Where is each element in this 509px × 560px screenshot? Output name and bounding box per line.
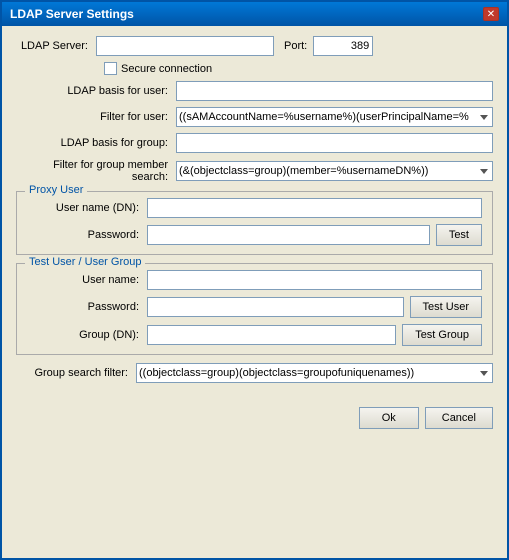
port-label: Port: — [284, 40, 307, 52]
secure-connection-checkbox[interactable] — [104, 62, 117, 75]
proxy-password-input[interactable] — [147, 225, 430, 245]
test-button[interactable]: Test — [436, 224, 482, 246]
ldap-basis-user-input[interactable] — [176, 81, 493, 101]
proxy-password-label: Password: — [27, 229, 147, 241]
test-group-row: Group (DN): Test Group — [27, 324, 482, 346]
test-group-input[interactable] — [147, 325, 396, 345]
filter-group-label: Filter for group member search: — [16, 159, 176, 183]
window-title: LDAP Server Settings — [10, 7, 134, 21]
filter-group-row: Filter for group member search: (&(objec… — [16, 159, 493, 183]
test-user-group-title: Test User / User Group — [25, 256, 145, 268]
proxy-username-label: User name (DN): — [27, 202, 147, 214]
ldap-basis-user-row: LDAP basis for user: — [16, 81, 493, 101]
ldap-basis-user-label: LDAP basis for user: — [16, 85, 176, 97]
test-user-group-section: Test User / User Group User name: Passwo… — [16, 263, 493, 355]
cancel-button[interactable]: Cancel — [425, 407, 493, 429]
secure-connection-row: Secure connection — [16, 62, 493, 75]
ok-button[interactable]: Ok — [359, 407, 419, 429]
filter-group-select[interactable]: (&(objectclass=group)(member=%usernameDN… — [176, 161, 493, 181]
group-search-filter-label: Group search filter: — [16, 367, 136, 379]
test-username-label: User name: — [27, 274, 147, 286]
proxy-password-row: Password: Test — [27, 224, 482, 246]
test-password-label: Password: — [27, 301, 147, 313]
filter-user-row: Filter for user: ((sAMAccountName=%usern… — [16, 107, 493, 127]
test-group-label: Group (DN): — [27, 329, 147, 341]
test-group-button[interactable]: Test Group — [402, 324, 482, 346]
close-button[interactable]: ✕ — [483, 7, 499, 21]
form-content: LDAP Server: Port: Secure connection LDA… — [2, 26, 507, 403]
ldap-settings-window: LDAP Server Settings ✕ LDAP Server: Port… — [0, 0, 509, 560]
port-input[interactable] — [313, 36, 373, 56]
ldap-server-row: LDAP Server: Port: — [16, 36, 493, 56]
test-password-row: Password: Test User — [27, 296, 482, 318]
filter-user-select[interactable]: ((sAMAccountName=%username%)(userPrincip… — [176, 107, 493, 127]
group-search-filter-select[interactable]: ((objectclass=group)(objectclass=groupof… — [136, 363, 493, 383]
test-password-input[interactable] — [147, 297, 404, 317]
secure-connection-label[interactable]: Secure connection — [104, 62, 212, 75]
filter-user-label: Filter for user: — [16, 111, 176, 123]
group-search-filter-row: Group search filter: ((objectclass=group… — [16, 363, 493, 383]
ldap-server-label: LDAP Server: — [16, 40, 96, 52]
proxy-username-input[interactable] — [147, 198, 482, 218]
proxy-user-title: Proxy User — [25, 184, 87, 196]
test-user-button[interactable]: Test User — [410, 296, 482, 318]
proxy-user-section: Proxy User User name (DN): Password: Tes… — [16, 191, 493, 255]
title-bar: LDAP Server Settings ✕ — [2, 2, 507, 26]
test-username-input[interactable] — [147, 270, 482, 290]
ldap-server-input[interactable] — [96, 36, 274, 56]
ldap-basis-group-label: LDAP basis for group: — [16, 137, 176, 149]
ldap-basis-group-row: LDAP basis for group: — [16, 133, 493, 153]
test-username-row: User name: — [27, 270, 482, 290]
secure-connection-text: Secure connection — [121, 63, 212, 75]
dialog-buttons: Ok Cancel — [2, 403, 507, 439]
proxy-username-row: User name (DN): — [27, 198, 482, 218]
ldap-basis-group-input[interactable] — [176, 133, 493, 153]
